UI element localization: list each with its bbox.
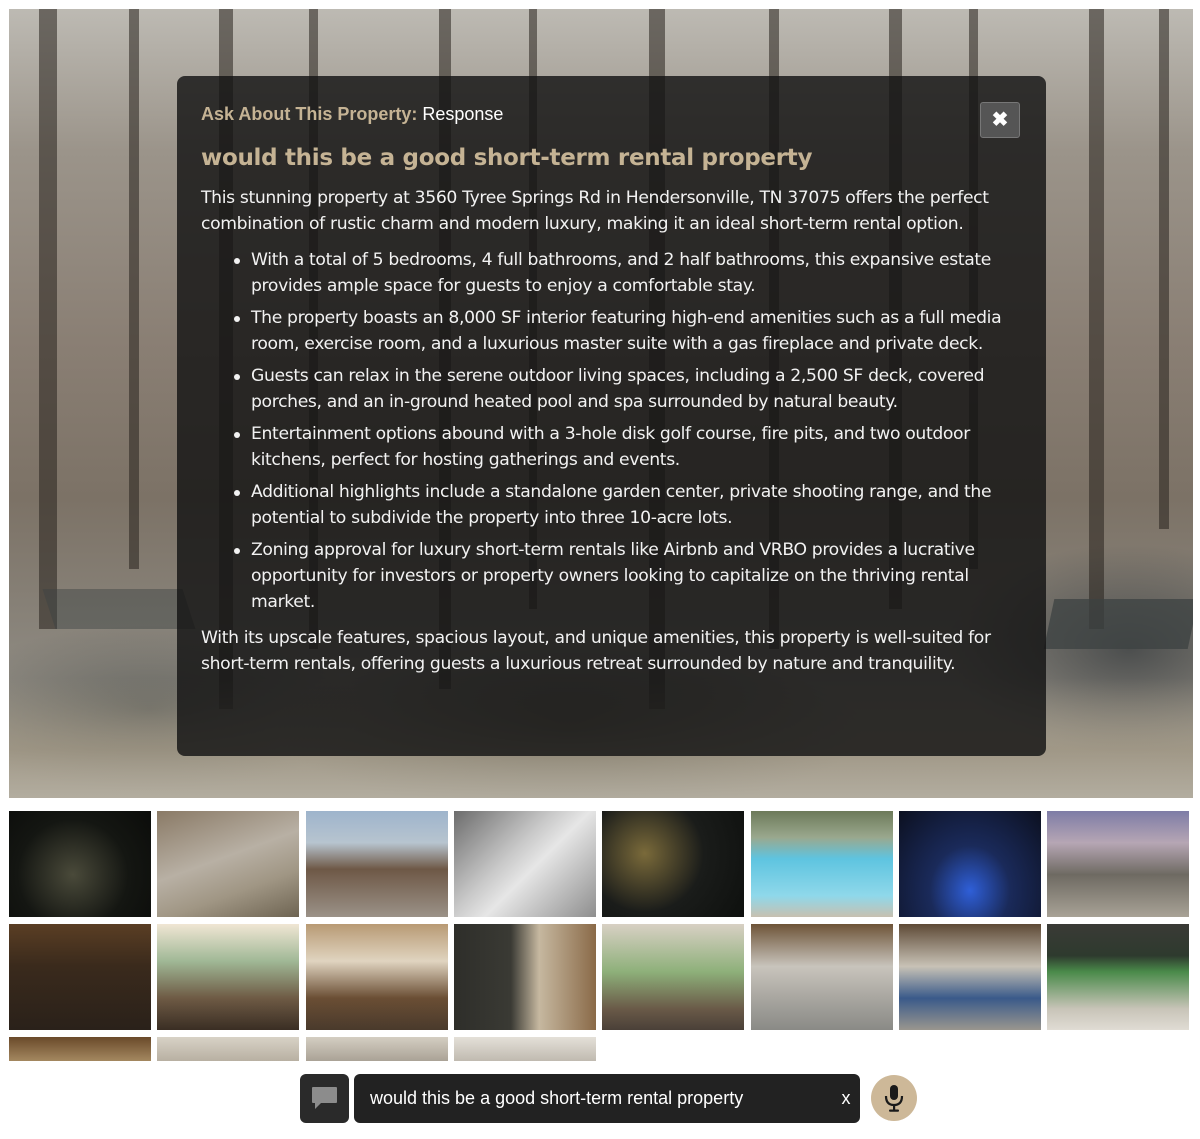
photo-thumbnail[interactable] — [157, 1037, 299, 1061]
photo-thumbnail[interactable] — [157, 811, 299, 917]
photo-thumbnail[interactable] — [306, 1037, 448, 1061]
photo-thumbnail[interactable] — [751, 811, 893, 917]
microphone-icon — [884, 1085, 904, 1112]
response-bullet: Additional highlights include a standalo… — [234, 479, 1022, 531]
chat-bubble-icon — [312, 1087, 337, 1109]
photo-thumbnail[interactable] — [157, 924, 299, 1030]
response-bullet: With a total of 5 bedrooms, 4 full bathr… — [234, 247, 1022, 299]
response-panel: Ask About This Property: Response ✖ woul… — [177, 76, 1046, 756]
response-bullet: Zoning approval for luxury short-term re… — [234, 537, 1022, 615]
photo-thumbnail[interactable] — [454, 1037, 596, 1061]
photo-thumbnail[interactable] — [1047, 924, 1189, 1030]
photo-thumbnail[interactable] — [751, 924, 893, 1030]
panel-label: Ask About This Property: — [201, 104, 418, 124]
photo-thumbnail[interactable] — [454, 811, 596, 917]
clear-input-button[interactable]: x — [838, 1087, 854, 1109]
panel-header: Ask About This Property: Response — [201, 102, 1022, 126]
photo-thumbnail[interactable] — [899, 924, 1041, 1030]
response-bullet: The property boasts an 8,000 SF interior… — [234, 305, 1022, 357]
response-outro: With its upscale features, spacious layo… — [201, 628, 991, 674]
photo-thumbnail[interactable] — [602, 924, 744, 1030]
response-question: would this be a good short-term rental p… — [201, 145, 813, 171]
close-icon: ✖ — [991, 109, 1009, 131]
panel-label-suffix: Response — [422, 104, 504, 124]
response-intro: This stunning property at 3560 Tyree Spr… — [201, 188, 989, 234]
photo-thumbnail[interactable] — [9, 811, 151, 917]
photo-thumbnail[interactable] — [1047, 811, 1189, 917]
ask-input-box: x — [354, 1074, 860, 1123]
chat-button[interactable] — [300, 1074, 349, 1123]
response-bullet-list: With a total of 5 bedrooms, 4 full bathr… — [234, 247, 1022, 615]
photo-thumbnail-grid — [9, 811, 1193, 1061]
microphone-button[interactable] — [871, 1075, 917, 1121]
response-bullet: Guests can relax in the serene outdoor l… — [234, 363, 1022, 415]
photo-thumbnail[interactable] — [9, 924, 151, 1030]
response-bullet: Entertainment options abound with a 3-ho… — [234, 421, 1022, 473]
photo-thumbnail[interactable] — [899, 811, 1041, 917]
close-button[interactable]: ✖ — [980, 102, 1020, 138]
photo-thumbnail[interactable] — [306, 811, 448, 917]
photo-thumbnail[interactable] — [454, 924, 596, 1030]
photo-thumbnail[interactable] — [602, 811, 744, 917]
photo-thumbnail[interactable] — [306, 924, 448, 1030]
ask-input[interactable] — [354, 1074, 824, 1123]
photo-thumbnail[interactable] — [9, 1037, 151, 1061]
